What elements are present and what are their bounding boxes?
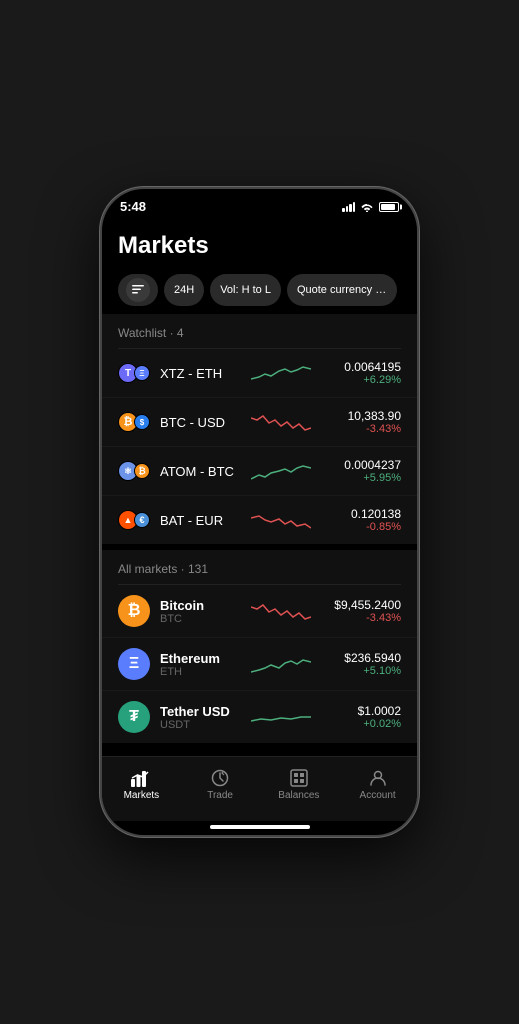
btc-price: 10,383.90 xyxy=(321,409,401,423)
filter-row: 24H Vol: H to L Quote currency · Al xyxy=(102,268,417,314)
xtz-eth-pair: XTZ - ETH xyxy=(160,366,241,381)
bitcoin-price-block: $9,455.2400 -3.43% xyxy=(321,598,401,624)
all-markets-title: All markets · 131 xyxy=(118,562,208,576)
btc-usd-icons: ₿ $ xyxy=(118,412,150,432)
watchlist-title: Watchlist · 4 xyxy=(118,326,184,340)
status-time: 5:48 xyxy=(120,199,146,214)
battery-icon xyxy=(379,202,399,212)
nav-markets[interactable]: Markets xyxy=(102,765,181,805)
nav-balances[interactable]: Balances xyxy=(260,765,339,805)
atom-btc-pair: ATOM - BTC xyxy=(160,464,241,479)
watchlist-section: Watchlist · 4 T Ξ XTZ - ETH 0.0064195 xyxy=(102,314,417,544)
bat-secondary-icon: € xyxy=(134,512,150,528)
btc-price-block: 10,383.90 -3.43% xyxy=(321,409,401,435)
xtz-price-block: 0.0064195 +6.29% xyxy=(321,360,401,386)
atom-chart xyxy=(251,457,311,485)
atom-secondary-icon: ₿ xyxy=(134,463,150,479)
bitcoin-name: Bitcoin xyxy=(160,598,241,613)
xtz-secondary-icon: Ξ xyxy=(134,365,150,381)
all-markets-section: All markets · 131 ₿ Bitcoin BTC $9,455.2… xyxy=(102,550,417,743)
ethereum-symbol: ETH xyxy=(160,666,241,678)
page-header: Markets xyxy=(102,220,417,268)
nav-account-label: Account xyxy=(360,790,396,801)
tether-name: Tether USD xyxy=(160,704,241,719)
watchlist-row-bat[interactable]: ▲ € BAT - EUR 0.120138 -0.85% xyxy=(102,495,417,544)
btc-change: -3.43% xyxy=(321,423,401,435)
nav-trade-label: Trade xyxy=(207,790,233,801)
bottom-nav: Markets Trade Balances xyxy=(102,756,417,821)
ethereum-price: $236.5940 xyxy=(321,651,401,665)
ethereum-icon: Ξ xyxy=(118,648,150,680)
btc-secondary-icon: $ xyxy=(134,414,150,430)
trade-icon xyxy=(211,769,229,787)
bitcoin-chart xyxy=(251,597,311,625)
signal-bars-icon xyxy=(342,202,355,212)
bitcoin-icon: ₿ xyxy=(118,595,150,627)
tether-price-block: $1.0002 +0.02% xyxy=(321,704,401,730)
ethereum-change: +5.10% xyxy=(321,665,401,677)
btc-usd-pair: BTC - USD xyxy=(160,415,241,430)
ethereum-chart xyxy=(251,650,311,678)
nav-account[interactable]: Account xyxy=(338,765,417,805)
bat-change: -0.85% xyxy=(321,521,401,533)
ethereum-name-block: Ethereum ETH xyxy=(160,651,241,678)
tether-change: +0.02% xyxy=(321,718,401,730)
period-filter-button[interactable]: 24H xyxy=(164,274,204,306)
scroll-area[interactable]: Watchlist · 4 T Ξ XTZ - ETH 0.0064195 xyxy=(102,314,417,756)
ethereum-price-block: $236.5940 +5.10% xyxy=(321,651,401,677)
nav-markets-label: Markets xyxy=(124,790,160,801)
xtz-price: 0.0064195 xyxy=(321,360,401,374)
all-markets-header: All markets · 131 xyxy=(102,550,417,584)
all-markets-row-ethereum[interactable]: Ξ Ethereum ETH $236.5940 +5.10% xyxy=(102,637,417,690)
bat-eur-icons: ▲ € xyxy=(118,510,150,530)
wifi-icon xyxy=(360,202,374,212)
all-markets-row-tether[interactable]: ₮ Tether USD USDT $1.0002 +0.02% xyxy=(102,690,417,743)
atom-price-block: 0.0004237 +5.95% xyxy=(321,458,401,484)
filter-icon-button[interactable] xyxy=(118,274,158,306)
ethereum-name: Ethereum xyxy=(160,651,241,666)
xtz-eth-icons: T Ξ xyxy=(118,363,150,383)
nav-trade[interactable]: Trade xyxy=(181,765,260,805)
btc-chart xyxy=(251,408,311,436)
page-title: Markets xyxy=(118,232,401,260)
bat-eur-pair: BAT - EUR xyxy=(160,513,241,528)
atom-price: 0.0004237 xyxy=(321,458,401,472)
bitcoin-change: -3.43% xyxy=(321,612,401,624)
tether-price: $1.0002 xyxy=(321,704,401,718)
sort-filter-button[interactable]: Vol: H to L xyxy=(210,274,281,306)
bitcoin-price: $9,455.2400 xyxy=(321,598,401,612)
balances-icon xyxy=(290,769,308,787)
watchlist-row-xtz[interactable]: T Ξ XTZ - ETH 0.0064195 +6.29% xyxy=(102,349,417,397)
tether-chart xyxy=(251,703,311,731)
phone-shell: 5:48 Markets xyxy=(100,187,419,837)
tether-icon: ₮ xyxy=(118,701,150,733)
watchlist-row-btc[interactable]: ₿ $ BTC - USD 10,383.90 -3.43% xyxy=(102,397,417,446)
account-icon xyxy=(369,769,387,787)
bitcoin-name-block: Bitcoin BTC xyxy=(160,598,241,625)
markets-icon xyxy=(131,769,151,787)
home-indicator xyxy=(102,821,417,835)
status-icons xyxy=(342,202,399,212)
tether-name-block: Tether USD USDT xyxy=(160,704,241,731)
atom-btc-icons: ⚛ ₿ xyxy=(118,461,150,481)
atom-change: +5.95% xyxy=(321,472,401,484)
bat-price: 0.120138 xyxy=(321,507,401,521)
bitcoin-symbol: BTC xyxy=(160,613,241,625)
all-markets-row-bitcoin[interactable]: ₿ Bitcoin BTC $9,455.2400 -3.43% xyxy=(102,585,417,637)
watchlist-row-atom[interactable]: ⚛ ₿ ATOM - BTC 0.0004237 +5.95% xyxy=(102,446,417,495)
bat-price-block: 0.120138 -0.85% xyxy=(321,507,401,533)
dynamic-island xyxy=(220,197,300,221)
xtz-chart xyxy=(251,359,311,387)
menu-lines-icon xyxy=(132,285,144,295)
tether-symbol: USDT xyxy=(160,719,241,731)
bat-chart xyxy=(251,506,311,534)
xtz-change: +6.29% xyxy=(321,374,401,386)
home-bar xyxy=(210,825,310,829)
nav-balances-label: Balances xyxy=(278,790,319,801)
watchlist-header: Watchlist · 4 xyxy=(102,314,417,348)
quote-currency-button[interactable]: Quote currency · Al xyxy=(287,274,397,306)
filter-menu-icon xyxy=(126,278,150,302)
app-content: Markets 24H Vol: H to L Quote currency ·… xyxy=(102,220,417,821)
